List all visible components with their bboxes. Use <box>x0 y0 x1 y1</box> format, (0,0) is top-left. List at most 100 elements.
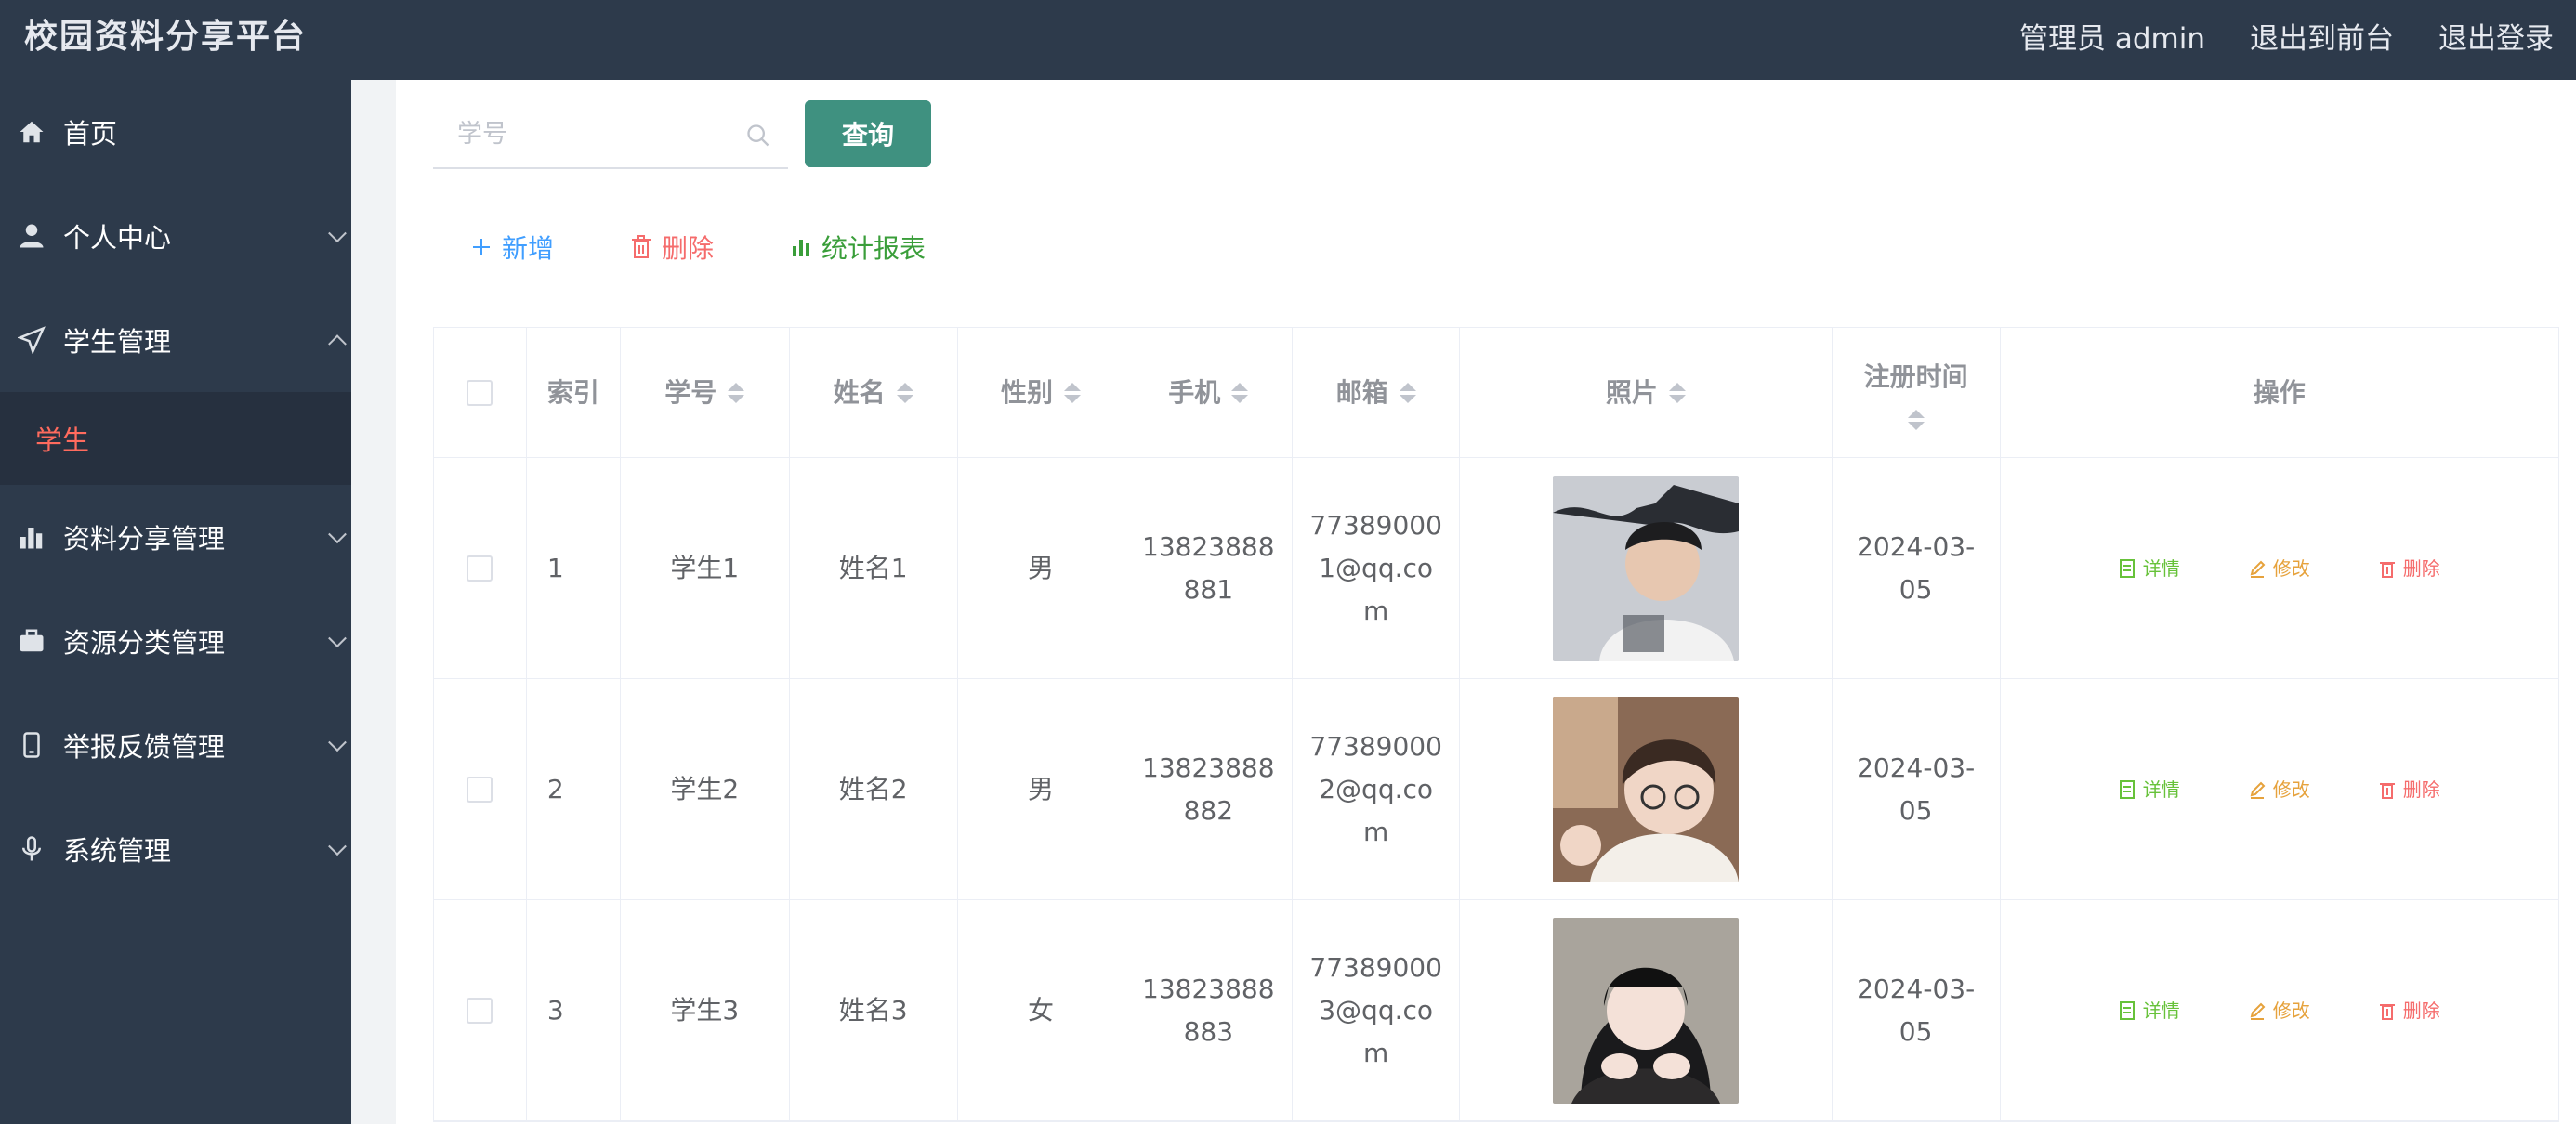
sidebar-item-label: 系统管理 <box>63 835 172 867</box>
sort-icon[interactable] <box>1668 382 1686 403</box>
edit-icon <box>2249 780 2266 799</box>
row-checkbox-cell <box>434 679 527 899</box>
sidebar-item-label: 资料分享管理 <box>63 523 226 555</box>
select-all-checkbox[interactable] <box>467 379 493 406</box>
student-photo[interactable] <box>1552 475 1739 661</box>
sort-icon[interactable] <box>1063 382 1081 403</box>
trash-icon <box>2379 559 2396 578</box>
detail-label: 详情 <box>2142 556 2180 580</box>
th-name[interactable]: 姓名 <box>790 328 958 457</box>
sort-icon[interactable] <box>1907 409 1925 430</box>
row-checkbox[interactable] <box>467 555 493 582</box>
row-delete-button[interactable]: 删除 <box>2379 547 2440 590</box>
th-gender[interactable]: 性别 <box>958 328 1125 457</box>
cell-register-time: 2024-03-05 <box>1833 679 2001 899</box>
row-delete-button[interactable]: 删除 <box>2379 768 2440 811</box>
table-row: 1 学生1 姓名1 男 13823888881 773890001@qq.com… <box>434 458 2558 679</box>
th-student-no[interactable]: 学号 <box>621 328 790 457</box>
student-photo[interactable] <box>1552 696 1739 882</box>
report-label: 统计报表 <box>821 233 927 264</box>
sort-icon[interactable] <box>1399 382 1416 403</box>
edit-button[interactable]: 修改 <box>2249 989 2310 1032</box>
sidebar-item-students[interactable]: 学生管理 <box>0 288 351 392</box>
edit-label: 修改 <box>2272 999 2310 1022</box>
main-content: 查询 新增 删除 统计报表 索引 学号 姓名 性别 手 <box>396 80 2576 1124</box>
top-header: 校园资料分享平台 管理员 admin 退出到前台 退出登录 <box>0 0 2576 80</box>
email-text: 773890003@qq.com <box>1309 951 1442 1068</box>
detail-button[interactable]: 详情 <box>2119 547 2180 590</box>
th-label: 照片 <box>1605 376 1658 408</box>
cell-register-time: 2024-03-05 <box>1833 458 2001 678</box>
cell-photo <box>1460 679 1833 899</box>
cell-operations: 详情 修改 删除 <box>2001 679 2558 899</box>
detail-button[interactable]: 详情 <box>2119 989 2180 1032</box>
search-field <box>433 100 788 169</box>
header-links: 管理员 admin 退出到前台 退出登录 <box>2019 15 2554 57</box>
search-input[interactable] <box>433 100 788 167</box>
edit-icon <box>2249 559 2266 578</box>
th-email[interactable]: 邮箱 <box>1293 328 1461 457</box>
microphone-icon <box>13 830 50 868</box>
th-label: 学号 <box>664 376 717 408</box>
edit-label: 修改 <box>2272 778 2310 801</box>
cell-operations: 详情 修改 删除 <box>2001 458 2558 678</box>
cell-phone: 13823888883 <box>1124 900 1294 1120</box>
th-register-time[interactable]: 注册时间 <box>1833 328 2001 457</box>
delete-label: 删除 <box>662 233 715 264</box>
sidebar-item-home[interactable]: 首页 <box>0 80 351 184</box>
sort-icon[interactable] <box>1231 382 1249 403</box>
sidebar-subitem-student[interactable]: 学生 <box>0 392 351 485</box>
phone-text: 13823888881 <box>1142 530 1275 605</box>
statistics-report-button[interactable]: 统计报表 <box>790 229 926 266</box>
mobile-icon <box>13 726 50 764</box>
chevron-down-icon <box>328 224 347 243</box>
sidebar-item-category[interactable]: 资源分类管理 <box>0 589 351 693</box>
user-icon <box>13 217 50 255</box>
th-photo[interactable]: 照片 <box>1460 328 1833 457</box>
row-checkbox[interactable] <box>467 776 493 803</box>
sidebar-item-share[interactable]: 资料分享管理 <box>0 485 351 589</box>
query-button[interactable]: 查询 <box>805 100 931 167</box>
exit-to-front-link[interactable]: 退出到前台 <box>2250 15 2394 57</box>
sidebar-item-label: 举报反馈管理 <box>63 731 226 763</box>
sidebar-item-label: 资源分类管理 <box>63 627 226 659</box>
edit-label: 修改 <box>2272 556 2310 580</box>
delete-label: 删除 <box>2402 556 2440 580</box>
cell-gender: 男 <box>958 458 1125 678</box>
edit-button[interactable]: 修改 <box>2249 768 2310 811</box>
th-phone[interactable]: 手机 <box>1124 328 1294 457</box>
cell-index: 2 <box>527 679 621 899</box>
sidebar-item-system[interactable]: 系统管理 <box>0 797 351 901</box>
sidebar-item-personal[interactable]: 个人中心 <box>0 184 351 288</box>
student-photo[interactable] <box>1552 917 1739 1104</box>
edit-icon <box>2249 1001 2266 1020</box>
cell-student-no: 学生2 <box>621 679 790 899</box>
sidebar-item-report[interactable]: 举报反馈管理 <box>0 693 351 797</box>
cell-phone: 13823888881 <box>1124 458 1294 678</box>
content-gap <box>351 80 396 1124</box>
row-checkbox-cell <box>434 900 527 1120</box>
chevron-down-icon <box>328 629 347 648</box>
cell-email: 773890001@qq.com <box>1293 458 1461 678</box>
row-delete-button[interactable]: 删除 <box>2379 989 2440 1032</box>
sort-icon[interactable] <box>728 382 745 403</box>
th-label: 注册时间 <box>1863 360 1968 392</box>
detail-button[interactable]: 详情 <box>2119 768 2180 811</box>
cell-name: 姓名2 <box>790 679 958 899</box>
cell-email: 773890002@qq.com <box>1293 679 1461 899</box>
chevron-down-icon <box>328 733 347 752</box>
students-table: 索引 学号 姓名 性别 手机 邮箱 照片 注册时间 操作 1 学生1 姓名1 男… <box>433 327 2559 1122</box>
table-row: 3 学生3 姓名3 女 13823888883 773890003@qq.com… <box>434 900 2558 1121</box>
th-label: 手机 <box>1168 376 1221 408</box>
row-checkbox-cell <box>434 458 527 678</box>
logout-link[interactable]: 退出登录 <box>2438 15 2554 57</box>
add-button[interactable]: 新增 <box>470 229 554 266</box>
row-checkbox[interactable] <box>467 997 493 1024</box>
edit-button[interactable]: 修改 <box>2249 547 2310 590</box>
sort-icon[interactable] <box>896 382 913 403</box>
cell-gender: 女 <box>958 900 1125 1120</box>
batch-delete-button[interactable]: 删除 <box>630 229 714 266</box>
trash-icon <box>2379 1001 2396 1020</box>
add-label: 新增 <box>502 233 555 264</box>
sidebar-item-label: 首页 <box>63 118 118 150</box>
